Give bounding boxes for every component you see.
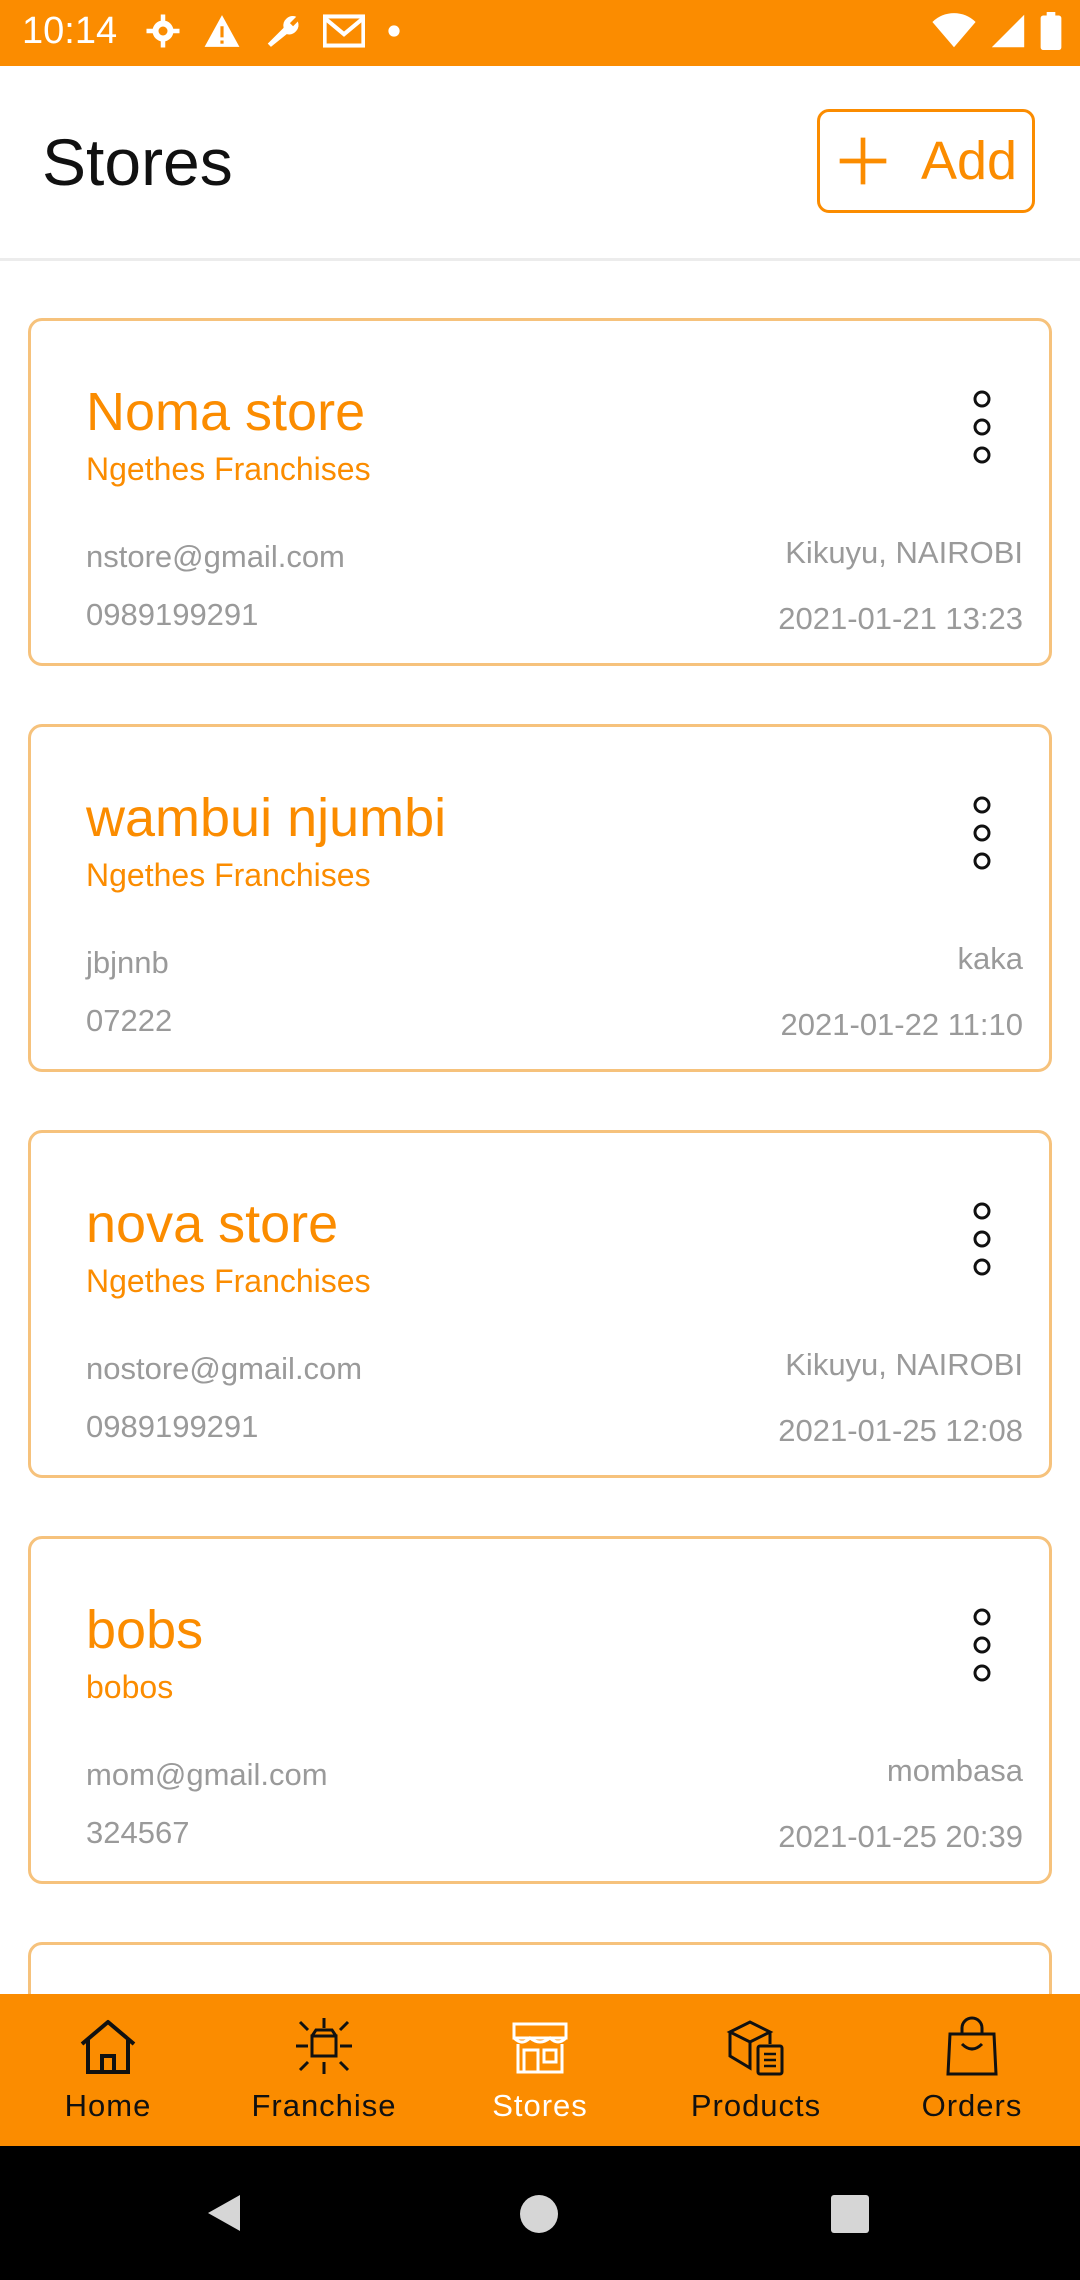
store-card[interactable]: bobs bobos mom@gmail.com 324567 mombasa … [28,1536,1052,1884]
add-button-label: Add [920,131,1018,191]
nav-stores-label: Stores [492,2088,588,2123]
status-time: 10:14 [22,10,118,52]
nav-franchise[interactable]: Franchise [216,1994,432,2146]
store-franchise: Ngethes Franchises [86,451,371,487]
store-icon [512,2022,568,2074]
nav-stores[interactable]: Stores [432,1994,648,2146]
store-date: 2021-01-21 13:23 [778,601,1023,636]
products-icon [726,2020,784,2076]
app-bar: Stores Add [0,66,1080,261]
nav-home-label: Home [64,2088,152,2123]
store-phone: 0989199291 [86,1409,259,1444]
store-card[interactable]: Noma store Ngethes Franchises nstore@gma… [28,318,1052,666]
store-location: Kikuyu, NAIROBI [785,1347,1023,1382]
store-name: bobs [86,1600,204,1660]
more-vert-icon[interactable] [972,1201,992,1277]
nav-home[interactable]: Home [0,1994,216,2146]
status-bar: 10:14 [0,0,1080,66]
more-vert-icon[interactable] [972,1607,992,1683]
settings-icon [146,14,180,48]
store-name: nova store [86,1194,339,1254]
store-franchise: Ngethes Franchises [86,857,371,893]
store-date: 2021-01-25 12:08 [778,1413,1023,1448]
store-location: mombasa [886,1753,1023,1788]
bottom-nav: Home Franchise Stores Products Orders [0,1994,1080,2146]
system-nav-bar [0,2146,1080,2280]
store-date: 2021-01-25 20:39 [778,1819,1023,1854]
store-card[interactable]: wambui njumbi Ngethes Franchises jbjnnb … [28,724,1052,1072]
more-vert-icon[interactable] [972,389,992,465]
franchise-icon [296,2018,352,2074]
store-location: Kikuyu, NAIROBI [785,535,1023,570]
store-card[interactable]: nova store Ngethes Franchises nostore@gm… [28,1130,1052,1478]
alert-icon [204,15,240,47]
store-phone: 07222 [86,1003,173,1038]
recents-icon[interactable] [830,2194,870,2234]
store-phone: 324567 [86,1815,190,1850]
store-email: jbjnnb [86,945,169,980]
page-title: Stores [42,125,233,199]
store-franchise: bobos [86,1669,174,1705]
store-email: nostore@gmail.com [86,1351,363,1386]
nav-orders[interactable]: Orders [864,1994,1080,2146]
store-email: mom@gmail.com [86,1757,328,1792]
nav-franchise-label: Franchise [251,2088,397,2123]
nav-products[interactable]: Products [648,1994,864,2146]
store-franchise: Ngethes Franchises [86,1263,371,1299]
store-email: nstore@gmail.com [86,539,345,574]
gmail-icon [323,14,365,48]
store-name: Noma store [86,382,366,442]
home-circle-icon[interactable] [519,2194,559,2234]
add-store-button[interactable]: Add [817,109,1035,213]
home-icon [80,2020,136,2074]
battery-icon [1040,12,1062,50]
store-name: wambui njumbi [86,788,447,848]
store-card-partial[interactable] [28,1942,1052,1994]
wifi-icon [932,13,976,48]
signal-icon [991,14,1025,48]
more-vert-icon[interactable] [972,795,992,871]
nav-orders-label: Orders [921,2088,1023,2123]
back-icon[interactable] [204,2193,244,2233]
store-phone: 0989199291 [86,597,259,632]
wrench-icon [267,16,299,47]
store-location: kaka [957,941,1023,976]
plus-icon [839,137,887,185]
orders-icon [946,2016,998,2076]
store-date: 2021-01-22 11:10 [780,1007,1023,1042]
dot-icon [388,25,400,37]
store-list[interactable]: Noma store Ngethes Franchises nstore@gma… [0,258,1080,1994]
nav-products-label: Products [690,2088,822,2123]
